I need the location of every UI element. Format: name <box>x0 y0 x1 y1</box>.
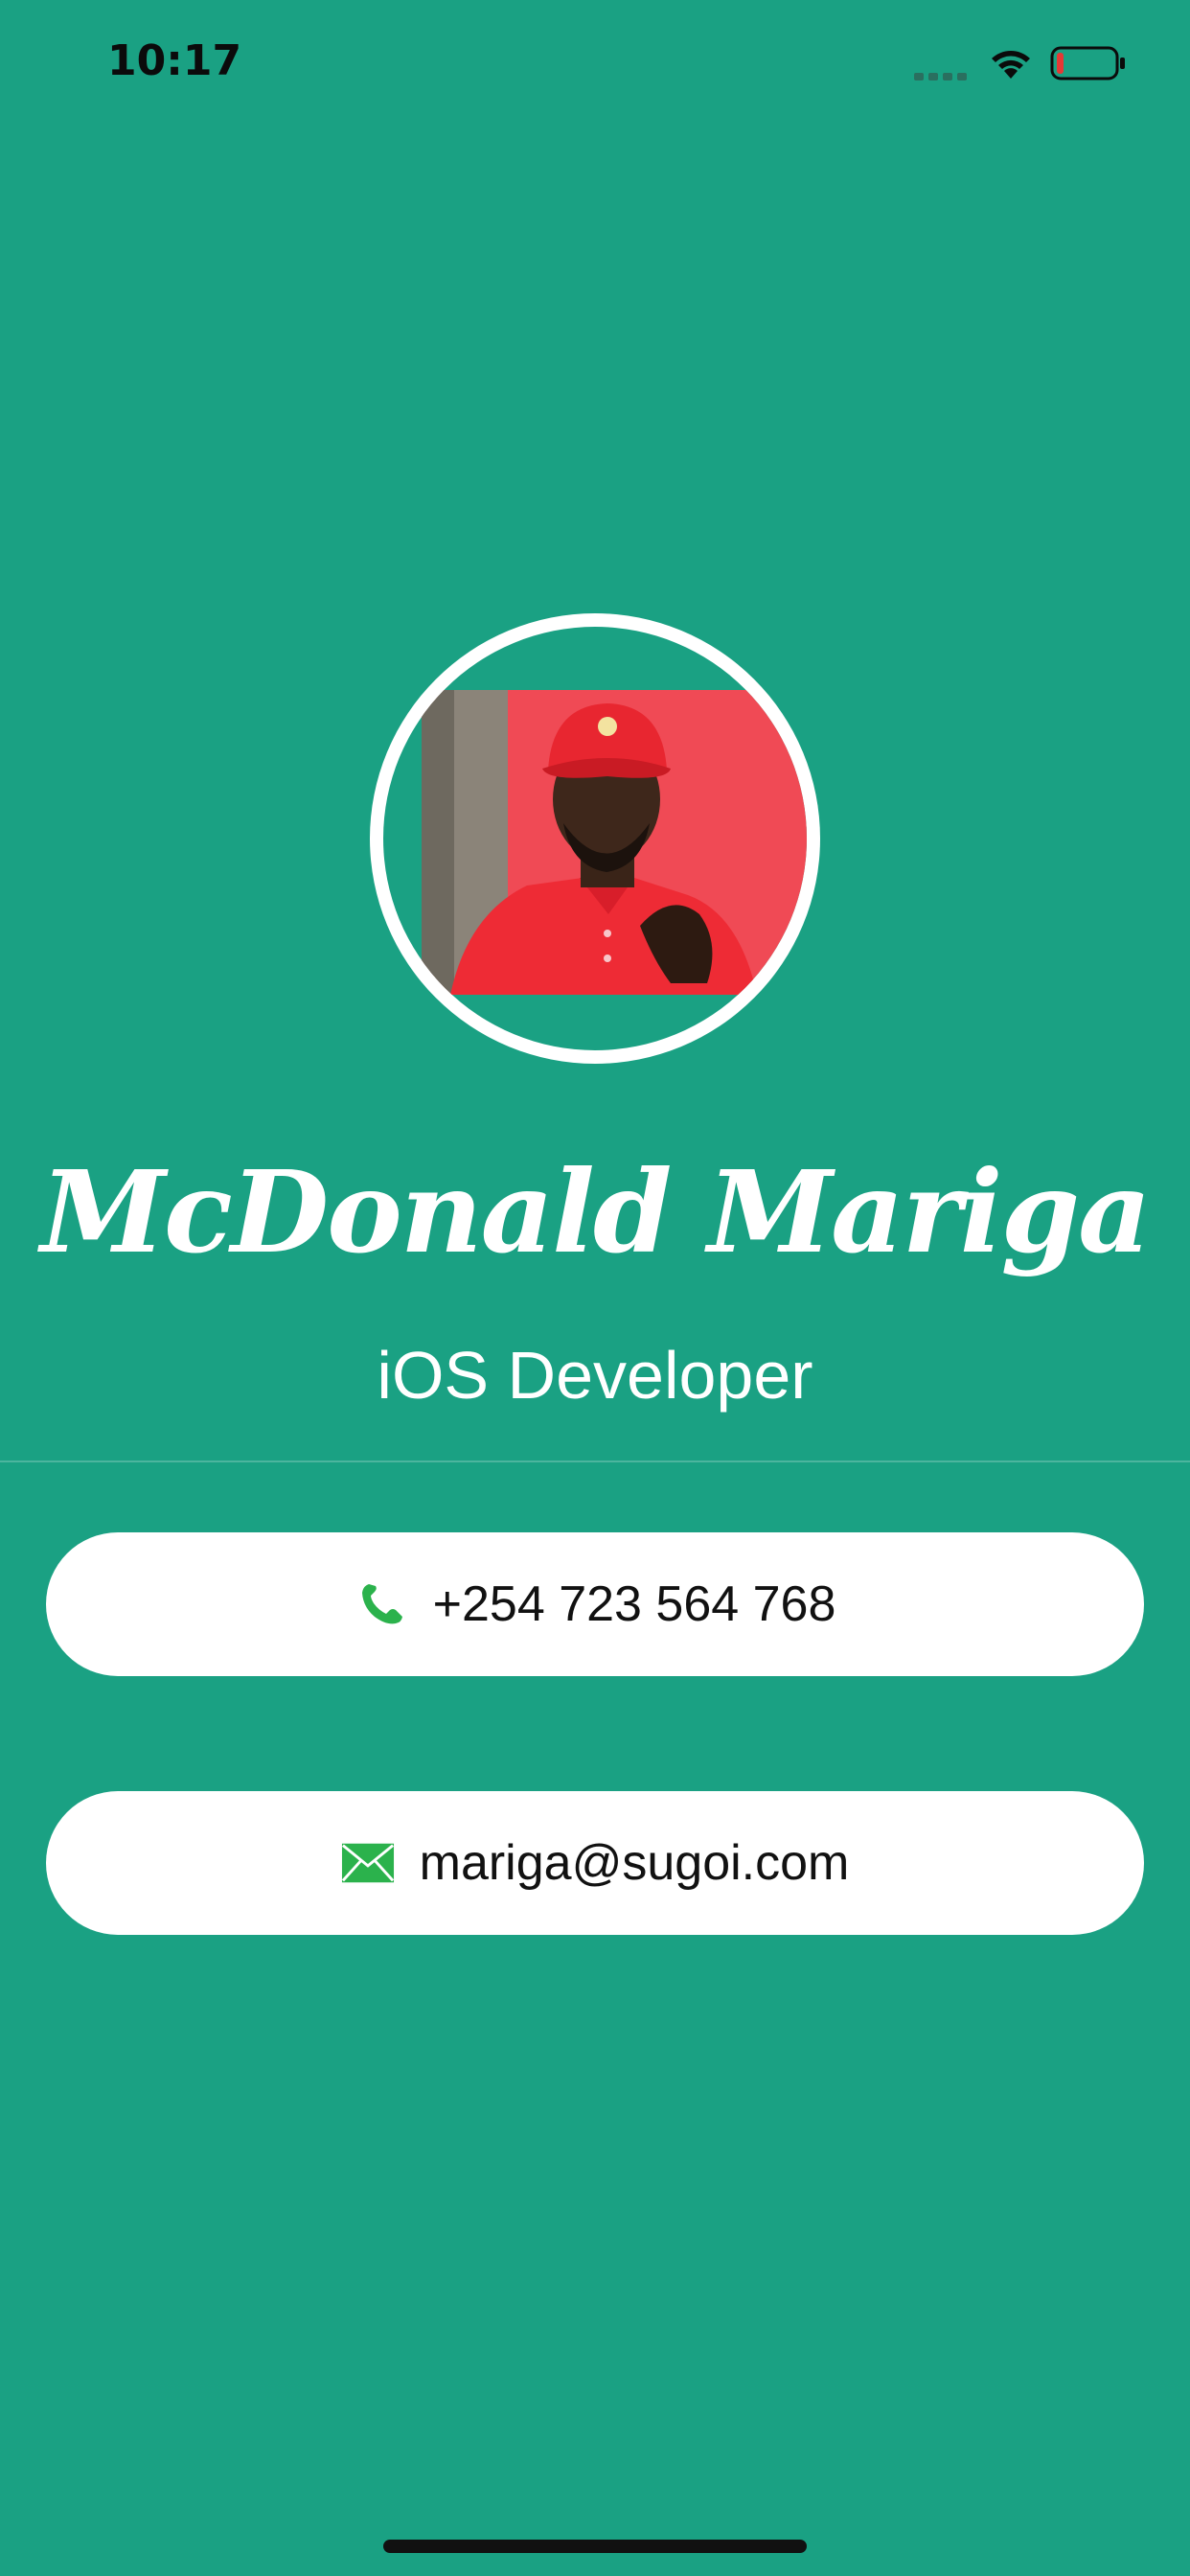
phone-number: +254 723 564 768 <box>432 1576 836 1632</box>
status-time: 10:17 <box>107 36 242 85</box>
wifi-icon <box>992 51 1030 79</box>
phone-contact-button[interactable]: +254 723 564 768 <box>46 1532 1144 1676</box>
phone-icon <box>355 1577 408 1631</box>
email-address: mariga@sugoi.com <box>419 1835 850 1891</box>
section-divider <box>0 1460 1190 1462</box>
avatar-photo <box>422 690 807 995</box>
envelope-icon <box>341 1836 395 1890</box>
cellular-signal-icon <box>914 73 967 80</box>
status-bar: 10:17 <box>0 0 1190 126</box>
profile-avatar <box>370 613 820 1064</box>
avatar-photo-frame <box>383 627 807 1050</box>
home-indicator[interactable] <box>383 2540 807 2553</box>
profile-title: iOS Developer <box>377 1338 813 1413</box>
profile-name: McDonald Mariga <box>40 1145 1151 1278</box>
email-contact-button[interactable]: mariga@sugoi.com <box>46 1791 1144 1935</box>
battery-icon <box>1050 46 1125 80</box>
